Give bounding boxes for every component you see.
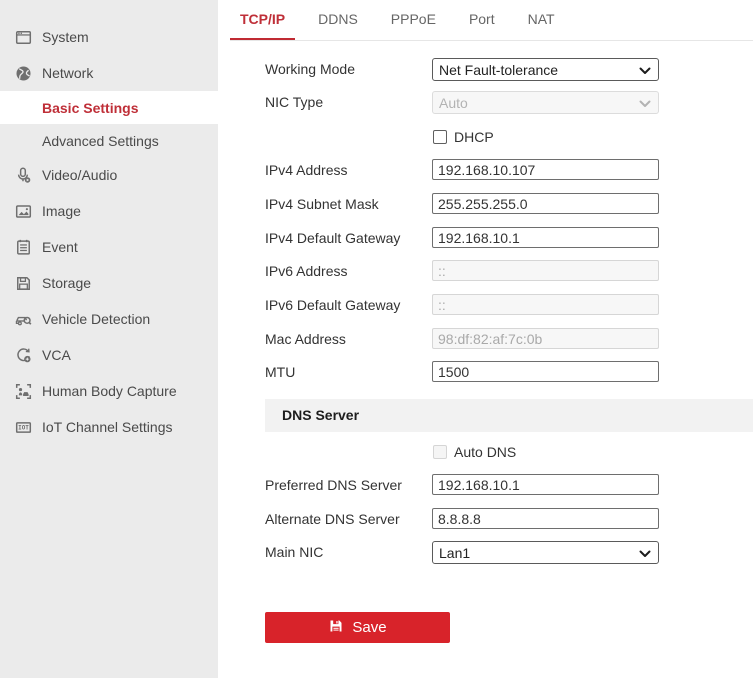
ipv6-address-label: IPv6 Address bbox=[265, 263, 435, 279]
ipv4-default-gateway-input[interactable] bbox=[432, 227, 659, 248]
sidebar-item-label: System bbox=[42, 29, 89, 45]
svg-text:IOT: IOT bbox=[18, 424, 29, 431]
event-icon bbox=[14, 238, 32, 256]
sidebar-item-system[interactable]: System bbox=[0, 19, 218, 55]
sidebar-item-storage[interactable]: Storage bbox=[0, 265, 218, 301]
tab-tcpip[interactable]: TCP/IP bbox=[230, 0, 295, 40]
app-root: System Network Basic Settings Advanced S… bbox=[0, 0, 753, 685]
sidebar-item-label: Advanced Settings bbox=[42, 133, 159, 149]
chevron-down-icon bbox=[639, 62, 651, 78]
sidebar-item-advanced-settings[interactable]: Advanced Settings bbox=[0, 124, 218, 157]
sidebar-item-label: Event bbox=[42, 239, 78, 255]
chevron-down-icon bbox=[639, 95, 651, 111]
sidebar-item-image[interactable]: Image bbox=[0, 193, 218, 229]
working-mode-label: Working Mode bbox=[265, 61, 435, 77]
sidebar-item-label: Video/Audio bbox=[42, 167, 117, 183]
iot-channel-settings-icon: IOT bbox=[14, 418, 32, 436]
mtu-label: MTU bbox=[265, 364, 435, 380]
dhcp-label: DHCP bbox=[454, 129, 494, 145]
sidebar-item-vehicle-detection[interactable]: Vehicle Detection bbox=[0, 301, 218, 337]
working-mode-select[interactable]: Net Fault-tolerance bbox=[432, 58, 659, 81]
tab-port[interactable]: Port bbox=[459, 0, 505, 40]
video-audio-icon bbox=[14, 166, 32, 184]
main-content: TCP/IP DDNS PPPoE Port NAT Working Mode … bbox=[218, 0, 753, 685]
tab-bar: TCP/IP DDNS PPPoE Port NAT bbox=[230, 0, 753, 41]
nic-type-select: Auto bbox=[432, 91, 659, 114]
save-floppy-icon bbox=[328, 618, 344, 638]
sidebar-item-label: Human Body Capture bbox=[42, 383, 177, 399]
tab-pppoe[interactable]: PPPoE bbox=[381, 0, 446, 40]
sidebar-item-network[interactable]: Network bbox=[0, 55, 218, 91]
network-globe-icon bbox=[14, 64, 32, 82]
dns-server-section-header: DNS Server bbox=[265, 399, 753, 432]
preferred-dns-label: Preferred DNS Server bbox=[265, 477, 435, 493]
sidebar-item-label: IoT Channel Settings bbox=[42, 419, 173, 435]
sidebar-item-label: Basic Settings bbox=[42, 100, 138, 116]
alternate-dns-input[interactable] bbox=[432, 508, 659, 529]
sidebar-item-basic-settings[interactable]: Basic Settings bbox=[0, 91, 218, 124]
ipv4-address-label: IPv4 Address bbox=[265, 162, 435, 178]
vehicle-detection-icon bbox=[14, 310, 32, 328]
sidebar-item-vca[interactable]: VCA bbox=[0, 337, 218, 373]
tab-ddns[interactable]: DDNS bbox=[308, 0, 368, 40]
main-nic-select[interactable]: Lan1 bbox=[432, 541, 659, 564]
sidebar-item-label: VCA bbox=[42, 347, 71, 363]
chevron-down-icon bbox=[639, 545, 651, 561]
sidebar: System Network Basic Settings Advanced S… bbox=[0, 0, 218, 678]
main-nic-value: Lan1 bbox=[439, 545, 470, 561]
preferred-dns-input[interactable] bbox=[432, 474, 659, 495]
working-mode-value: Net Fault-tolerance bbox=[439, 62, 558, 78]
image-icon bbox=[14, 202, 32, 220]
ipv4-subnet-mask-label: IPv4 Subnet Mask bbox=[265, 196, 435, 212]
dns-server-section-title: DNS Server bbox=[282, 407, 359, 423]
human-body-capture-icon bbox=[14, 382, 32, 400]
sidebar-item-video-audio[interactable]: Video/Audio bbox=[0, 157, 218, 193]
mtu-input[interactable] bbox=[432, 361, 659, 382]
sidebar-item-label: Storage bbox=[42, 275, 91, 291]
alternate-dns-label: Alternate DNS Server bbox=[265, 511, 435, 527]
vca-icon bbox=[14, 346, 32, 364]
ipv4-default-gateway-label: IPv4 Default Gateway bbox=[265, 230, 435, 246]
auto-dns-checkbox bbox=[433, 445, 447, 459]
dhcp-checkbox[interactable] bbox=[433, 130, 447, 144]
mac-address-input bbox=[432, 328, 659, 349]
ipv6-default-gateway-input bbox=[432, 294, 659, 315]
save-button[interactable]: Save bbox=[265, 612, 450, 643]
ipv6-default-gateway-label: IPv6 Default Gateway bbox=[265, 297, 435, 313]
sidebar-item-human-body-capture[interactable]: Human Body Capture bbox=[0, 373, 218, 409]
system-window-icon bbox=[14, 28, 32, 46]
sidebar-item-label: Network bbox=[42, 65, 93, 81]
nic-type-value: Auto bbox=[439, 95, 468, 111]
nic-type-label: NIC Type bbox=[265, 94, 435, 110]
mac-address-label: Mac Address bbox=[265, 331, 435, 347]
ipv4-address-input[interactable] bbox=[432, 159, 659, 180]
sidebar-item-label: Vehicle Detection bbox=[42, 311, 150, 327]
ipv4-subnet-mask-input[interactable] bbox=[432, 193, 659, 214]
storage-icon bbox=[14, 274, 32, 292]
sidebar-item-label: Image bbox=[42, 203, 81, 219]
sidebar-item-event[interactable]: Event bbox=[0, 229, 218, 265]
ipv6-address-input bbox=[432, 260, 659, 281]
sidebar-item-iot-channel-settings[interactable]: IOT IoT Channel Settings bbox=[0, 409, 218, 445]
tab-nat[interactable]: NAT bbox=[518, 0, 565, 40]
auto-dns-label: Auto DNS bbox=[454, 444, 516, 460]
main-nic-label: Main NIC bbox=[265, 544, 435, 560]
save-button-label: Save bbox=[352, 619, 386, 636]
